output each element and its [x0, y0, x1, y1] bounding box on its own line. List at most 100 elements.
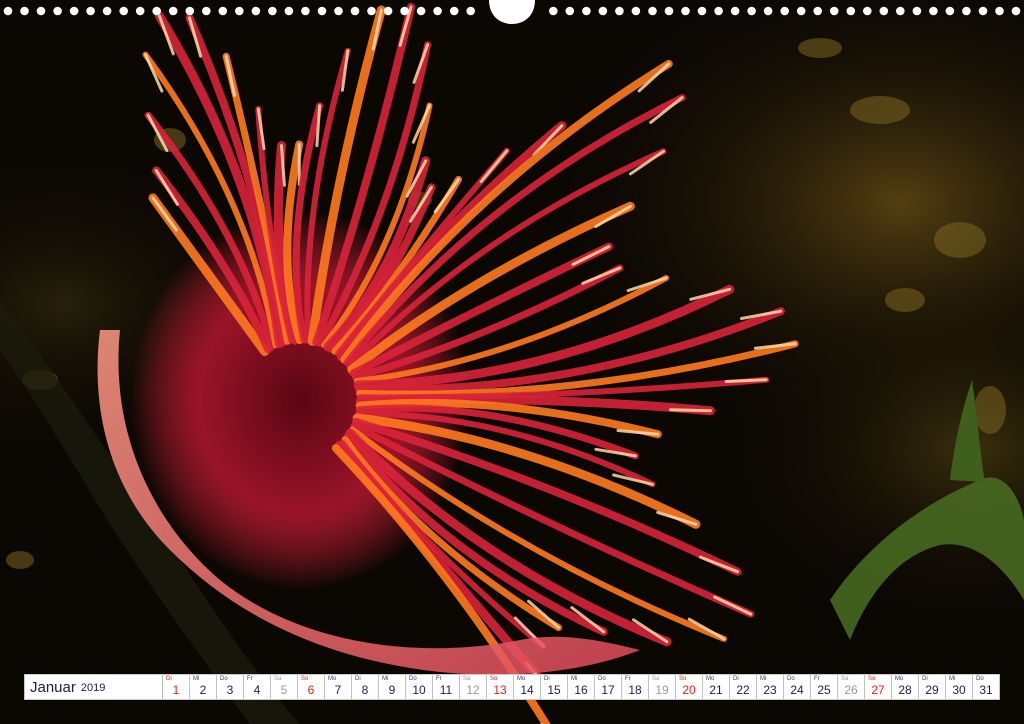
weekday-label: Do	[598, 676, 606, 682]
day-cell: Sa 19	[649, 675, 676, 699]
day-number: 22	[736, 683, 750, 697]
weekday-label: Fr	[247, 676, 253, 682]
day-cell: Do 17	[595, 675, 622, 699]
day-cell: Di 8	[352, 675, 379, 699]
day-number: 9	[388, 683, 396, 697]
day-number: 16	[574, 683, 588, 697]
binding-hole	[218, 6, 228, 16]
day-cell: Do 3	[217, 675, 244, 699]
day-cell: So 13	[487, 675, 514, 699]
binding-hole	[416, 6, 426, 16]
binding-hole	[185, 6, 195, 16]
day-number: 21	[709, 683, 723, 697]
binding-hole	[697, 6, 707, 16]
day-cell: Mo 7	[325, 675, 352, 699]
weekday-label: So	[679, 676, 687, 682]
day-cell: Do 31	[973, 675, 999, 699]
day-cell: Mo 14	[514, 675, 541, 699]
month-name: Januar	[30, 678, 76, 696]
day-cell: Do 24	[784, 675, 811, 699]
binding-hole	[945, 6, 955, 16]
day-number: 12	[466, 683, 480, 697]
binding-hole	[813, 6, 822, 16]
calendar-strip: Januar 2019 Di 1 Mi 2 Do 3 Fr 4 Sa 5 So 6 Mo 7 Di 8 Mi 9 D…	[24, 674, 1000, 700]
weekday-label: Do	[976, 676, 984, 682]
binding-hole	[135, 6, 145, 16]
day-cells: Di 1 Mi 2 Do 3 Fr 4 Sa 5 So 6 Mo 7 Di 8 Mi 9 Do 10 Fr 11 Sa 12 S…	[163, 675, 999, 699]
day-number: 10	[412, 683, 426, 697]
binding-hole	[582, 6, 591, 16]
day-number: 13	[493, 683, 507, 697]
binding-hole	[929, 6, 938, 16]
day-number: 4	[253, 683, 261, 697]
day-cell: Mi 2	[190, 675, 217, 699]
weekday-label: Mi	[193, 676, 200, 682]
day-cell: Sa 12	[460, 675, 487, 699]
binding-hole	[730, 6, 740, 16]
weekday-label: Fr	[625, 676, 631, 682]
weekday-label: Di	[544, 676, 550, 682]
day-cell: Di 1	[163, 675, 190, 699]
binding-hole	[350, 6, 360, 16]
weekday-label: Fr	[436, 676, 442, 682]
day-number: 11	[439, 683, 453, 697]
binding-hole	[367, 6, 376, 16]
month-label: Januar 2019	[25, 675, 163, 699]
day-number: 14	[520, 683, 534, 697]
day-cell: Di 29	[919, 675, 946, 699]
weekday-label: Di	[733, 676, 739, 682]
day-number: 5	[280, 683, 288, 697]
month-year: 2019	[80, 682, 106, 694]
day-cell: Di 22	[730, 675, 757, 699]
day-number: 26	[844, 683, 858, 697]
binding-hole	[202, 6, 211, 16]
day-cell: Di 15	[541, 675, 568, 699]
day-cell: Mo 28	[892, 675, 919, 699]
binding-hole	[648, 6, 657, 16]
binding-hole	[36, 6, 46, 16]
fan-worm-photo	[0, 0, 1024, 724]
binding-hole	[780, 6, 789, 16]
binding-hole	[747, 6, 756, 16]
weekday-label: Sa	[274, 676, 282, 682]
binding-hole	[846, 6, 856, 16]
binding-hole	[152, 6, 161, 16]
binding-hole	[1011, 6, 1021, 16]
day-number: 18	[628, 683, 642, 697]
weekday-label: Mi	[949, 676, 956, 682]
binding-hole	[763, 6, 773, 16]
day-number: 8	[361, 683, 369, 697]
day-cell: Sa 26	[838, 675, 865, 699]
spiral-binding	[3, 0, 1021, 24]
binding-hole	[168, 6, 178, 16]
weekday-label: Di	[355, 676, 361, 682]
day-cell: Fr 18	[622, 675, 649, 699]
day-cell: Mo 21	[703, 675, 730, 699]
binding-hole	[598, 6, 608, 16]
binding-hole	[251, 6, 261, 16]
weekday-label: Do	[787, 676, 795, 682]
day-cell: Fr 25	[811, 675, 838, 699]
binding-hole	[433, 6, 442, 16]
weekday-label: Sa	[652, 676, 660, 682]
binding-hole	[962, 6, 971, 16]
binding-hole	[549, 6, 558, 16]
binding-hole	[995, 6, 1004, 16]
weekday-label: Mo	[328, 676, 337, 682]
binding-hole	[978, 6, 988, 16]
binding-hole	[664, 6, 674, 16]
binding-hole	[102, 6, 112, 16]
weekday-label: So	[490, 676, 498, 682]
binding-hole	[20, 6, 29, 16]
binding-hole	[86, 6, 95, 16]
weekday-label: Sa	[463, 676, 471, 682]
binding-hole	[69, 6, 79, 16]
binding-hole	[863, 6, 872, 16]
day-number: 7	[334, 683, 342, 697]
weekday-label: Do	[409, 676, 417, 682]
binding-hole	[829, 6, 839, 16]
binding-hole	[449, 6, 459, 16]
day-number: 28	[898, 683, 912, 697]
binding-hole	[400, 6, 409, 16]
hanger-notch	[489, 0, 535, 24]
